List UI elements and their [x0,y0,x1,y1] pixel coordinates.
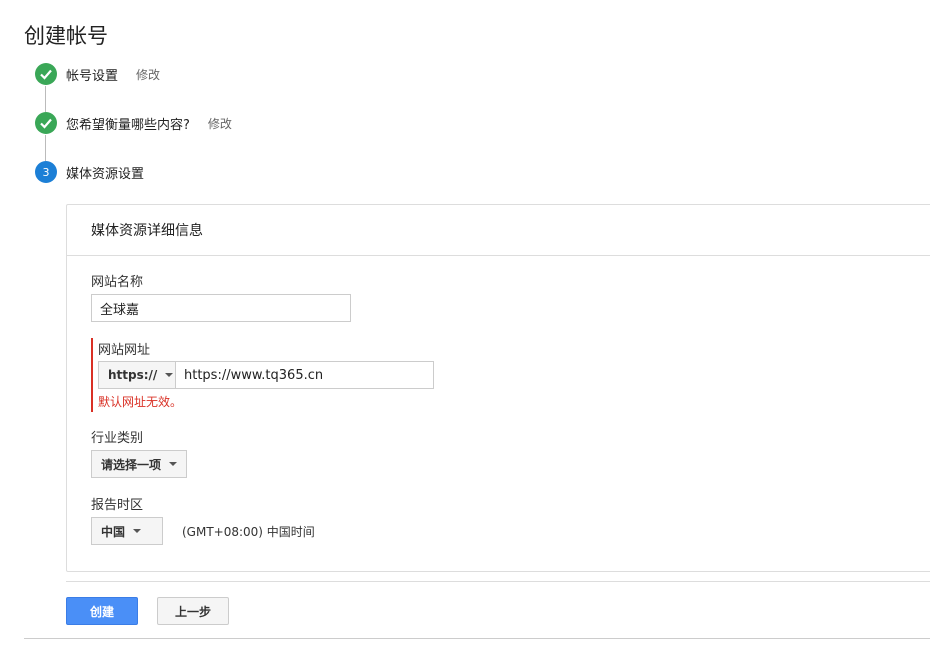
step-measure-content: 您希望衡量哪些内容? 修改 [35,112,232,134]
property-details-card: 媒体资源详细信息 网站名称 网站网址 https:// 默认网址无效。 行业类别… [66,204,930,572]
error-indicator [91,338,93,412]
edit-link[interactable]: 修改 [136,66,160,83]
checkmark-icon [35,63,57,85]
edit-link[interactable]: 修改 [208,115,232,132]
step-label: 媒体资源设置 [66,166,145,182]
step-connector [45,135,46,161]
step-number-badge: 3 [35,161,57,183]
caret-down-icon [133,529,142,533]
caret-down-icon [165,373,174,377]
site-url-label: 网站网址 [98,343,151,358]
protocol-value: https:// [108,368,158,382]
checkmark-icon [35,112,57,134]
country-select[interactable]: 中国 [91,517,163,545]
timezone-label: 报告时区 [91,498,144,513]
divider [66,581,930,582]
industry-select[interactable]: 请选择一项 [91,450,188,478]
site-url-input[interactable] [175,361,434,389]
back-button[interactable]: 上一步 [157,597,229,625]
step-connector [45,86,46,112]
site-name-label: 网站名称 [91,275,144,290]
card-title: 媒体资源详细信息 [67,205,930,256]
country-value: 中国 [101,524,126,539]
timezone-value: (GMT+08:00) 中国时间 [182,525,315,539]
create-button[interactable]: 创建 [66,597,138,625]
step-property-settings: 3 媒体资源设置 [35,161,144,183]
step-label: 您希望衡量哪些内容? [66,117,190,133]
caret-down-icon [169,462,178,466]
divider [24,638,930,639]
step-account-settings: 帐号设置 修改 [35,63,160,85]
industry-value: 请选择一项 [101,457,162,472]
site-url-error: 默认网址无效。 [98,395,183,409]
step-label: 帐号设置 [66,68,119,84]
site-name-input[interactable] [91,294,351,322]
page-title: 创建帐号 [24,24,108,48]
industry-label: 行业类别 [91,431,144,446]
protocol-select[interactable]: https:// [98,361,176,389]
